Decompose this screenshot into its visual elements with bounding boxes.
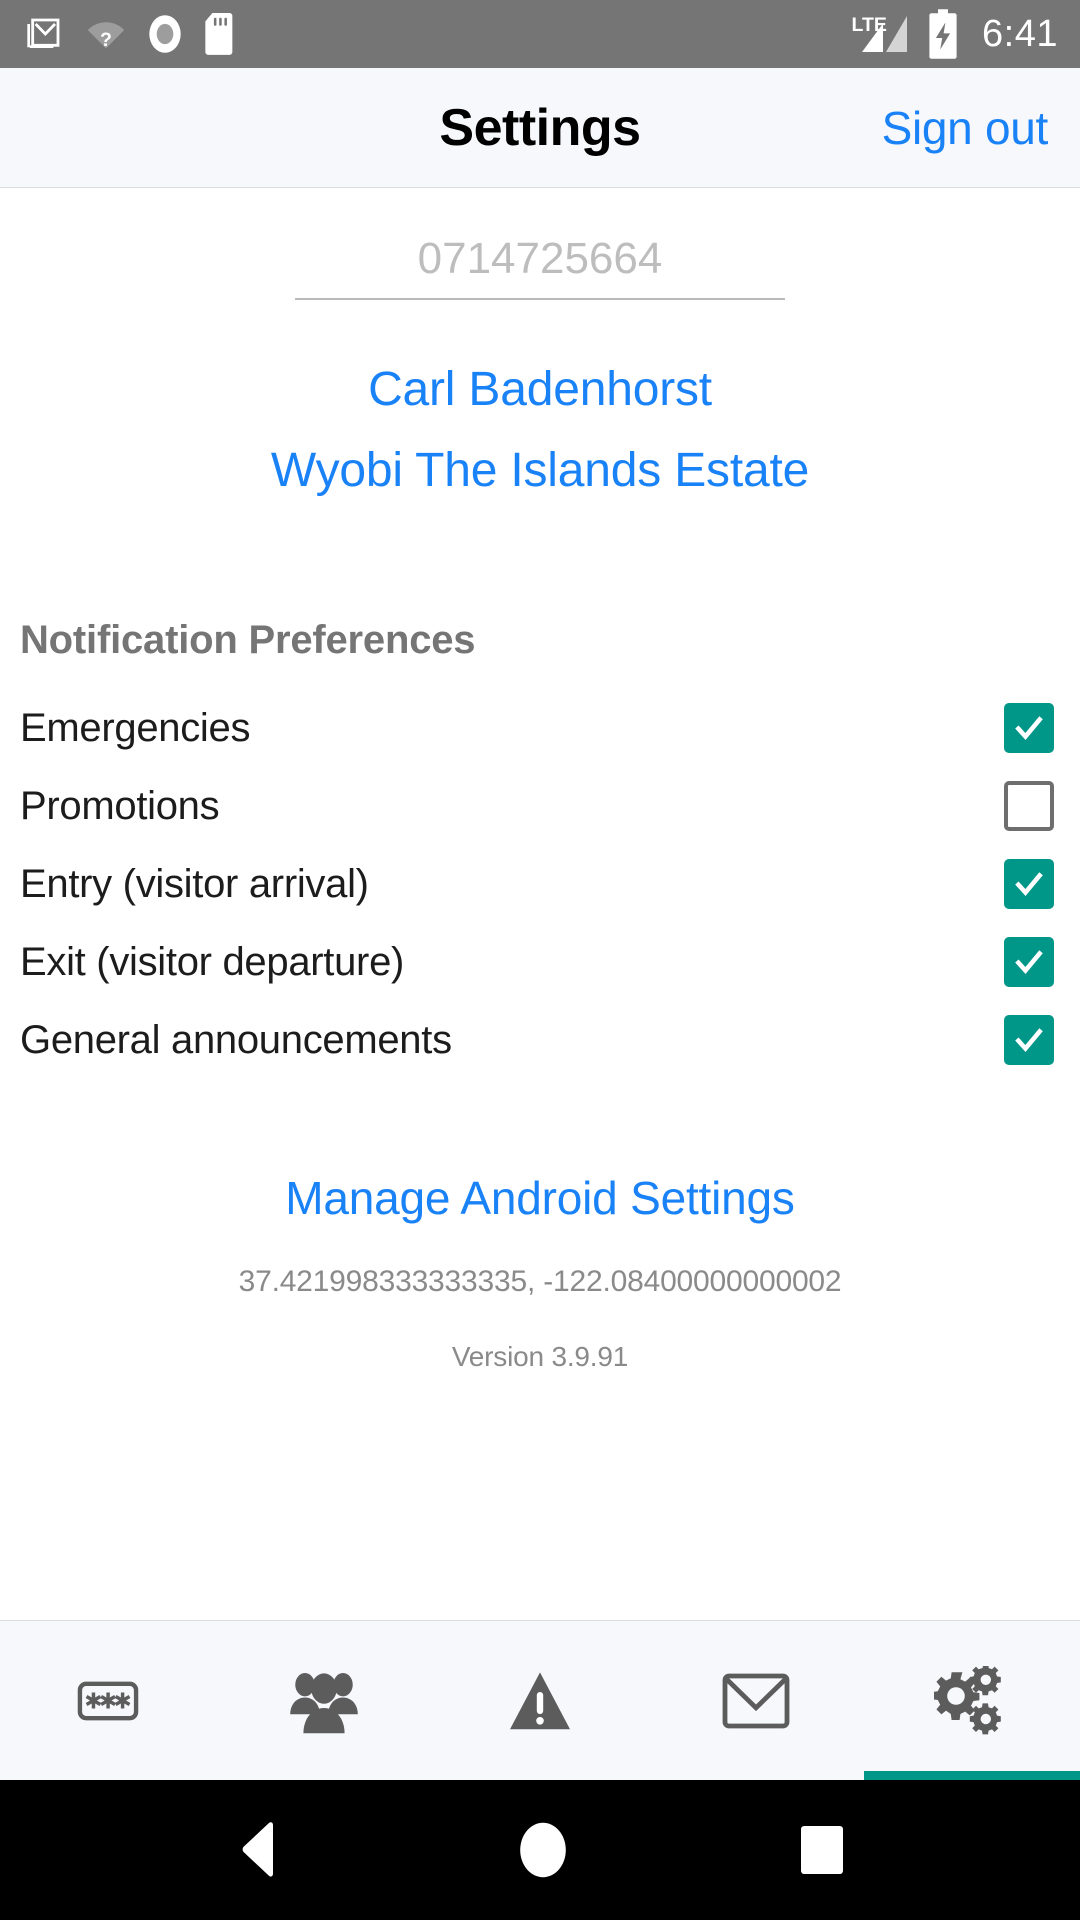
check-icon — [1015, 716, 1043, 740]
estate-name-label: Wyobi The Islands Estate — [270, 444, 810, 497]
sd-card-icon — [205, 13, 233, 55]
status-bar-clock: 6:41 — [982, 12, 1058, 55]
pref-label: General announcements — [20, 1017, 452, 1062]
square-recents-icon — [800, 1826, 843, 1874]
notification-preferences-list: Emergencies Promotions Entry (visitor ar… — [0, 689, 1080, 1079]
checkbox-promotions[interactable] — [1004, 781, 1054, 831]
coordinates-label: 37.421998333333335, -122.08400000000002 — [238, 1265, 842, 1298]
pref-row-exit[interactable]: Exit (visitor departure) — [0, 923, 1080, 1001]
people-group-icon — [290, 1672, 358, 1733]
pref-label: Promotions — [20, 783, 220, 828]
svg-text:✱: ✱ — [113, 1688, 131, 1713]
signal-bars-icon: LTE — [852, 14, 908, 52]
checkbox-entry[interactable] — [1004, 859, 1054, 909]
check-icon — [1015, 1028, 1043, 1052]
checkbox-emergencies[interactable] — [1004, 703, 1054, 753]
pref-row-general[interactable]: General announcements — [0, 1001, 1080, 1079]
tab-pin[interactable]: ✱ ✱ ✱ — [0, 1621, 216, 1780]
user-name-label: Carl Badenhorst — [368, 363, 712, 416]
gears-icon — [934, 1665, 1001, 1734]
manage-android-settings-link[interactable]: Manage Android Settings — [0, 1171, 1080, 1225]
phone-field-wrapper — [0, 234, 1080, 300]
android-home-button[interactable] — [518, 1821, 568, 1879]
wifi-unknown-icon: ? — [87, 22, 125, 51]
settings-content: Carl Badenhorst Wyobi The Islands Estate… — [0, 188, 1080, 1620]
tab-messages[interactable] — [648, 1621, 864, 1780]
record-icon — [149, 15, 181, 53]
tab-panic[interactable] — [432, 1621, 648, 1780]
svg-text:?: ? — [100, 29, 112, 51]
battery-charging-icon — [929, 9, 957, 59]
check-icon — [1015, 872, 1043, 896]
checkbox-exit[interactable] — [1004, 937, 1054, 987]
tab-residents[interactable] — [216, 1621, 432, 1780]
sign-out-button[interactable]: Sign out — [882, 101, 1049, 155]
pref-row-promotions[interactable]: Promotions — [0, 767, 1080, 845]
status-bar-right-icons: LTE 6:41 — [850, 9, 1058, 59]
android-navigation-bar — [0, 1780, 1080, 1920]
gmail-icon — [27, 18, 60, 48]
pref-label: Emergencies — [20, 705, 251, 750]
envelope-icon — [722, 1673, 790, 1728]
android-recents-button[interactable] — [799, 1824, 845, 1876]
circle-home-icon — [520, 1822, 566, 1878]
check-icon — [1015, 950, 1043, 974]
pref-label: Exit (visitor departure) — [20, 939, 405, 984]
tab-active-indicator — [864, 1771, 1080, 1780]
status-bar: ? LTE 6:41 — [0, 0, 1080, 68]
status-bar-left-icons: ? — [24, 13, 234, 55]
pref-row-emergencies[interactable]: Emergencies — [0, 689, 1080, 767]
bottom-tab-bar: ✱ ✱ ✱ — [0, 1620, 1080, 1780]
tab-settings[interactable] — [864, 1621, 1080, 1780]
app-version-label: Version 3.9.91 — [451, 1341, 629, 1372]
pref-label: Entry (visitor arrival) — [20, 861, 369, 906]
triangle-back-icon — [242, 1822, 274, 1877]
checkbox-general-announcements[interactable] — [1004, 1015, 1054, 1065]
app-bar: Settings Sign out — [0, 68, 1080, 188]
android-back-button[interactable] — [235, 1822, 287, 1878]
password-field-icon: ✱ ✱ ✱ — [77, 1681, 139, 1720]
pref-row-entry[interactable]: Entry (visitor arrival) — [0, 845, 1080, 923]
phone-screen: ? LTE 6:41 Settings Sign out 0714725664 … — [0, 0, 1080, 1920]
notification-preferences-title: Notification Preferences — [20, 618, 476, 662]
warning-triangle-icon — [510, 1671, 570, 1729]
phone-number-input[interactable] — [295, 234, 785, 300]
